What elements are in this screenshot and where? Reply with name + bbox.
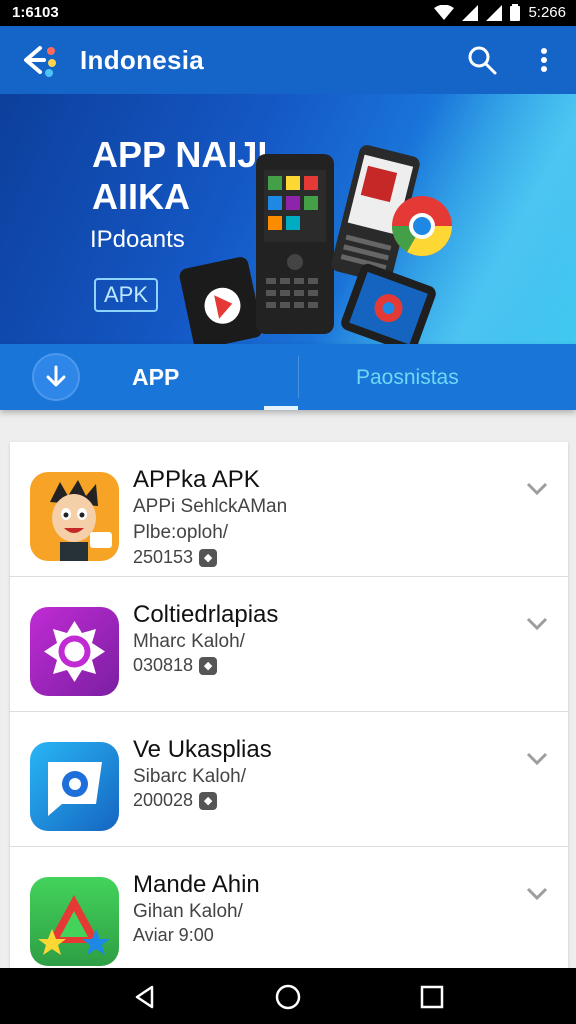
- app-meta: 250153 ◆: [133, 547, 218, 568]
- star-triangle-icon: [30, 877, 119, 966]
- apk-chip: APK: [94, 278, 159, 312]
- shield-icon: ◆: [199, 548, 218, 567]
- system-nav-bar: [0, 968, 576, 1024]
- app-list: APPka APK APPi SehlckAMan Plbe:oploh/ 25…: [10, 442, 568, 968]
- app-version: Aviar 9:00: [133, 925, 214, 945]
- back-icon[interactable]: [132, 984, 158, 1010]
- list-item[interactable]: Coltiedrlapias Mharc Kaloh/ 030818 ◆: [10, 577, 568, 712]
- app-name: Mande Ahin: [133, 871, 260, 898]
- status-bar: 1:6103 5:266: [0, 0, 576, 26]
- back-arrow-icon[interactable]: [18, 42, 58, 78]
- tab-app[interactable]: APP: [132, 364, 179, 391]
- shield-icon: ◆: [199, 791, 218, 810]
- page-title: Indonesia: [80, 45, 205, 75]
- app-developer: Gihan Kaloh/: [133, 901, 243, 922]
- tab-divider: [298, 356, 299, 398]
- list-item[interactable]: Mande Ahin Gihan Kaloh/ Aviar 9:00: [10, 847, 568, 968]
- chevron-down-icon[interactable]: [526, 752, 548, 766]
- app-developer: Mharc Kaloh/: [133, 631, 245, 652]
- app-category: Plbe:oploh/: [133, 522, 229, 543]
- blue-chat-icon: [30, 742, 119, 831]
- more-vert-icon[interactable]: [532, 44, 556, 76]
- recents-icon[interactable]: [419, 984, 445, 1010]
- app-name: Coltiedrlapias: [133, 601, 279, 628]
- list-item[interactable]: APPka APK APPi SehlckAMan Plbe:oploh/ 25…: [10, 442, 568, 577]
- phones-illustration: [179, 145, 452, 344]
- app-meta: Aviar 9:00: [133, 925, 214, 946]
- app-developer: APPi SehlckAMan: [133, 496, 288, 517]
- tab-bar: APP Paosnistas: [0, 344, 576, 410]
- app-meta: 200028 ◆: [133, 790, 218, 811]
- status-time: 1:6103: [12, 4, 59, 21]
- home-icon[interactable]: [275, 984, 301, 1010]
- signal-icon: [462, 4, 479, 21]
- app-version: 250153: [133, 547, 194, 567]
- app-developer: Sibarc Kaloh/: [133, 766, 247, 787]
- app-bar: Indonesia: [0, 26, 576, 94]
- app-name: Ve Ukasplias: [133, 736, 272, 763]
- wifi-icon: [434, 4, 455, 20]
- download-icon: [46, 365, 66, 387]
- battery-icon: [510, 4, 521, 21]
- chevron-down-icon[interactable]: [526, 482, 548, 496]
- chevron-down-icon[interactable]: [526, 617, 548, 631]
- shield-icon: ◆: [199, 656, 218, 675]
- status-clock: 5:266: [528, 4, 566, 21]
- signal-icon: [486, 4, 503, 21]
- app-version: 030818: [133, 655, 194, 675]
- tab-other[interactable]: Paosnistas: [356, 366, 459, 390]
- purple-gear-icon: [30, 607, 119, 696]
- app-version: 200028: [133, 790, 194, 810]
- status-icons: 5:266: [434, 4, 566, 21]
- promo-banner[interactable]: APP NAIJI AIIKA IPdoants APK: [0, 94, 576, 344]
- app-name: APPka APK: [133, 466, 260, 493]
- list-item[interactable]: Ve Ukasplias Sibarc Kaloh/ 200028 ◆: [10, 712, 568, 847]
- app-meta: 030818 ◆: [133, 655, 218, 676]
- tab-indicator: [264, 406, 298, 410]
- search-icon[interactable]: [466, 44, 498, 76]
- chevron-down-icon[interactable]: [526, 887, 548, 901]
- download-button[interactable]: [32, 353, 80, 401]
- cartoon-face-icon: [30, 472, 119, 561]
